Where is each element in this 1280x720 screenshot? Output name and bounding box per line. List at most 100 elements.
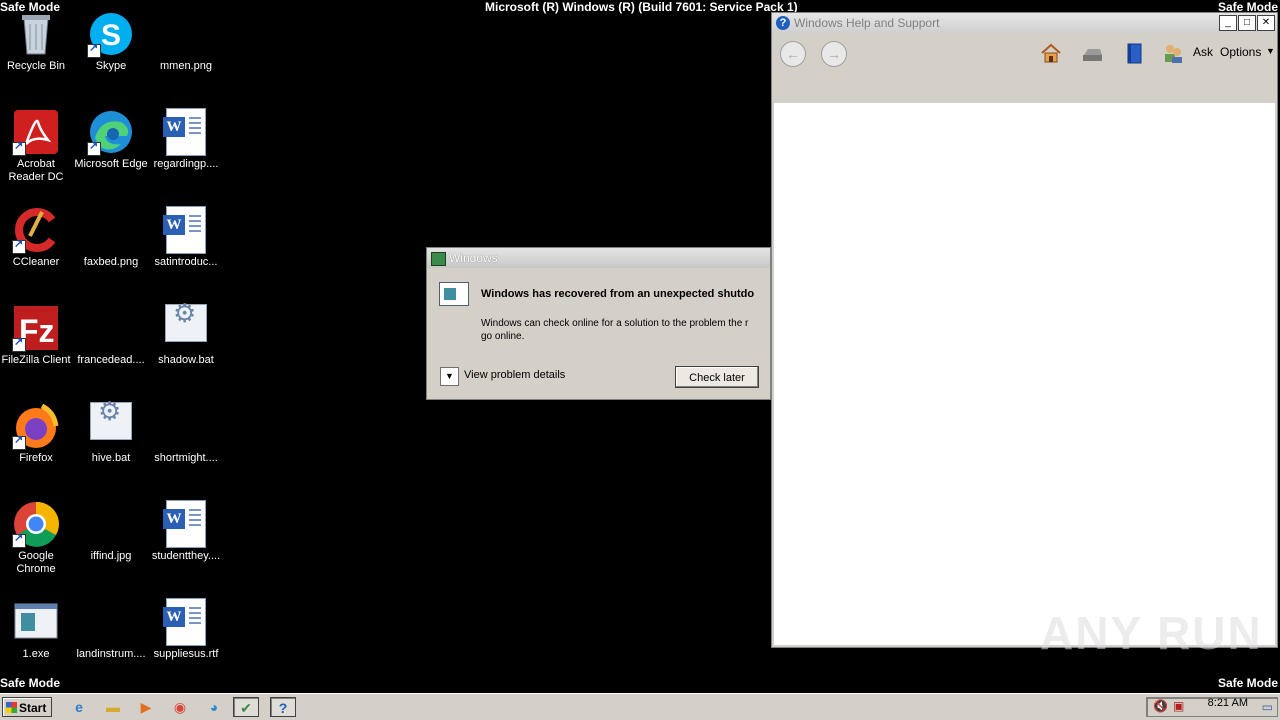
desktop-icon-regardingp[interactable]: W regardingp....	[148, 104, 224, 171]
recycle-bin-icon	[12, 10, 60, 58]
view-problem-details-link[interactable]: View problem details	[464, 369, 565, 381]
speaker-muted-icon[interactable]: 🔇	[1153, 699, 1168, 713]
batch-file-icon	[87, 402, 135, 450]
image-file-icon	[87, 206, 135, 254]
chrome-icon	[12, 500, 60, 548]
recovery-dialog[interactable]: Windows Windows has recovered from an un…	[426, 247, 771, 400]
taskbar-help-button[interactable]: ?	[270, 697, 296, 717]
dialog-body-line-2: go online.	[481, 331, 525, 342]
desktop-icon-label: mmen.png	[160, 60, 212, 72]
home-icon	[1041, 43, 1061, 63]
desktop-icon-studentthey[interactable]: W studentthey....	[148, 496, 224, 563]
taskbar-media-player-button[interactable]: ▶	[133, 697, 159, 717]
desktop-icon-label: Firefox	[19, 452, 53, 464]
media-player-icon: ▶	[140, 699, 152, 715]
desktop-icon-label: hive.bat	[91, 452, 131, 464]
image-file-icon	[162, 10, 210, 58]
taskbar-explorer-button[interactable]: ▬	[100, 697, 126, 717]
shortcut-arrow-icon	[12, 532, 26, 548]
problem-report-icon	[439, 282, 469, 306]
taskbar-edge-button[interactable]: ◕	[201, 697, 227, 717]
desktop-icon-shortmight[interactable]: shortmight....	[148, 398, 224, 465]
desktop-icon-label: studentthey....	[151, 550, 221, 562]
dialog-body-line-1: Windows can check online for a solution …	[481, 318, 749, 329]
taskbar-chrome-button[interactable]: ◉	[167, 697, 193, 717]
shortcut-arrow-icon	[12, 238, 26, 254]
taskbar-clock[interactable]: 8:21 AM	[1208, 697, 1248, 709]
desktop-icon-label: suppliesus.rtf	[153, 648, 219, 660]
file-icon	[162, 402, 210, 450]
desktop-icon-label: Recycle Bin	[6, 60, 66, 72]
word-doc-icon: W	[162, 206, 210, 254]
start-label: Start	[19, 701, 47, 715]
forward-arrow-icon: →	[827, 46, 841, 62]
help-window-titlebar[interactable]: ? Windows Help and Support _ □ ✕	[772, 13, 1277, 33]
help-content-pane	[774, 103, 1275, 645]
show-desktop-icon[interactable]: ▭	[1262, 700, 1273, 714]
help-toolbar: ← → Ask Options ▼	[772, 33, 1277, 103]
forward-button[interactable]: →	[821, 41, 847, 67]
shortcut-arrow-icon	[12, 140, 26, 156]
desktop-icon-landinstrum[interactable]: landinstrum....	[73, 594, 149, 661]
windows-logo-icon	[431, 252, 446, 266]
firefox-icon	[12, 402, 60, 450]
word-doc-icon: W	[162, 108, 210, 156]
build-info-text: Microsoft (R) Windows (R) (Build 7601: S…	[485, 0, 798, 14]
print-button[interactable]	[1080, 41, 1104, 65]
desktop-icon-hive-bat[interactable]: hive.bat	[73, 398, 149, 465]
desktop-icon-recycle-bin[interactable]: Recycle Bin	[0, 6, 74, 73]
home-button[interactable]	[1039, 41, 1063, 65]
safe-mode-label-bottom-right: Safe Mode	[1217, 676, 1278, 690]
start-button[interactable]: Start	[2, 697, 52, 717]
minimize-button[interactable]: _	[1219, 15, 1237, 31]
help-window-title: Windows Help and Support	[794, 16, 940, 30]
desktop-icon-acrobat[interactable]: Acrobat Reader DC	[0, 104, 74, 184]
desktop-icon-label: shadow.bat	[158, 354, 214, 366]
options-dropdown-icon[interactable]: ▼	[1266, 46, 1275, 56]
book-icon	[1127, 43, 1142, 64]
desktop-icon-filezilla[interactable]: Fz FileZilla Client	[0, 300, 74, 367]
desktop-icon-mmen[interactable]: mmen.png	[148, 6, 224, 73]
shortcut-arrow-icon	[87, 42, 101, 58]
desktop-icon-firefox[interactable]: Firefox	[0, 398, 74, 465]
desktop-icon-chrome[interactable]: Google Chrome	[0, 496, 74, 576]
desktop-icon-label: Microsoft Edge	[74, 158, 148, 170]
filezilla-icon: Fz	[12, 304, 60, 352]
close-button[interactable]: ✕	[1257, 15, 1275, 31]
desktop-icon-suppliesus[interactable]: W suppliesus.rtf	[148, 594, 224, 661]
desktop-icon-satintroduc[interactable]: W satintroduc...	[148, 202, 224, 269]
help-support-window[interactable]: ? Windows Help and Support _ □ ✕ ← → Ask…	[771, 12, 1278, 648]
taskbar-windows-dialog-button[interactable]: ✔	[233, 697, 259, 717]
desktop-icon-label: shortmight....	[154, 452, 218, 464]
chrome-icon: ◉	[173, 699, 187, 715]
browse-help-button[interactable]	[1122, 41, 1146, 65]
desktop-icon-label: landinstrum....	[76, 648, 146, 660]
desktop-icon-ccleaner[interactable]: CCleaner	[0, 202, 74, 269]
desktop-icon-francedead[interactable]: francedead....	[73, 300, 149, 367]
svg-text:S: S	[101, 19, 121, 52]
word-doc-icon: W	[162, 500, 210, 548]
ask-label[interactable]: Ask	[1193, 45, 1213, 59]
desktop-icon-label: FileZilla Client	[1, 354, 71, 366]
network-error-icon[interactable]: ▣	[1173, 699, 1184, 713]
ask-button[interactable]	[1161, 41, 1185, 65]
back-button[interactable]: ←	[780, 41, 806, 67]
desktop-icon-1-exe[interactable]: 1.exe	[0, 594, 74, 661]
skype-icon: S	[87, 10, 135, 58]
desktop-icon-label: iffind.jpg	[90, 550, 132, 562]
desktop-icon-iffind[interactable]: iffind.jpg	[73, 496, 149, 563]
taskbar-ie-button[interactable]: e	[66, 697, 92, 717]
desktop-icon-edge[interactable]: Microsoft Edge	[73, 104, 149, 171]
shortcut-arrow-icon	[12, 434, 26, 450]
desktop-icon-label: faxbed.png	[83, 256, 139, 268]
desktop-icon-skype[interactable]: S Skype	[73, 6, 149, 73]
options-menu[interactable]: Options	[1220, 45, 1261, 59]
acrobat-icon	[12, 108, 60, 156]
desktop-icon-label: regardingp....	[153, 158, 219, 170]
dialog-titlebar[interactable]: Windows	[427, 248, 770, 268]
desktop-icon-shadow-bat[interactable]: shadow.bat	[148, 300, 224, 367]
desktop-icon-faxbed[interactable]: faxbed.png	[73, 202, 149, 269]
maximize-button[interactable]: □	[1238, 15, 1256, 31]
expand-details-button[interactable]: ▼	[440, 367, 459, 386]
check-later-button[interactable]: Check later	[675, 366, 759, 388]
